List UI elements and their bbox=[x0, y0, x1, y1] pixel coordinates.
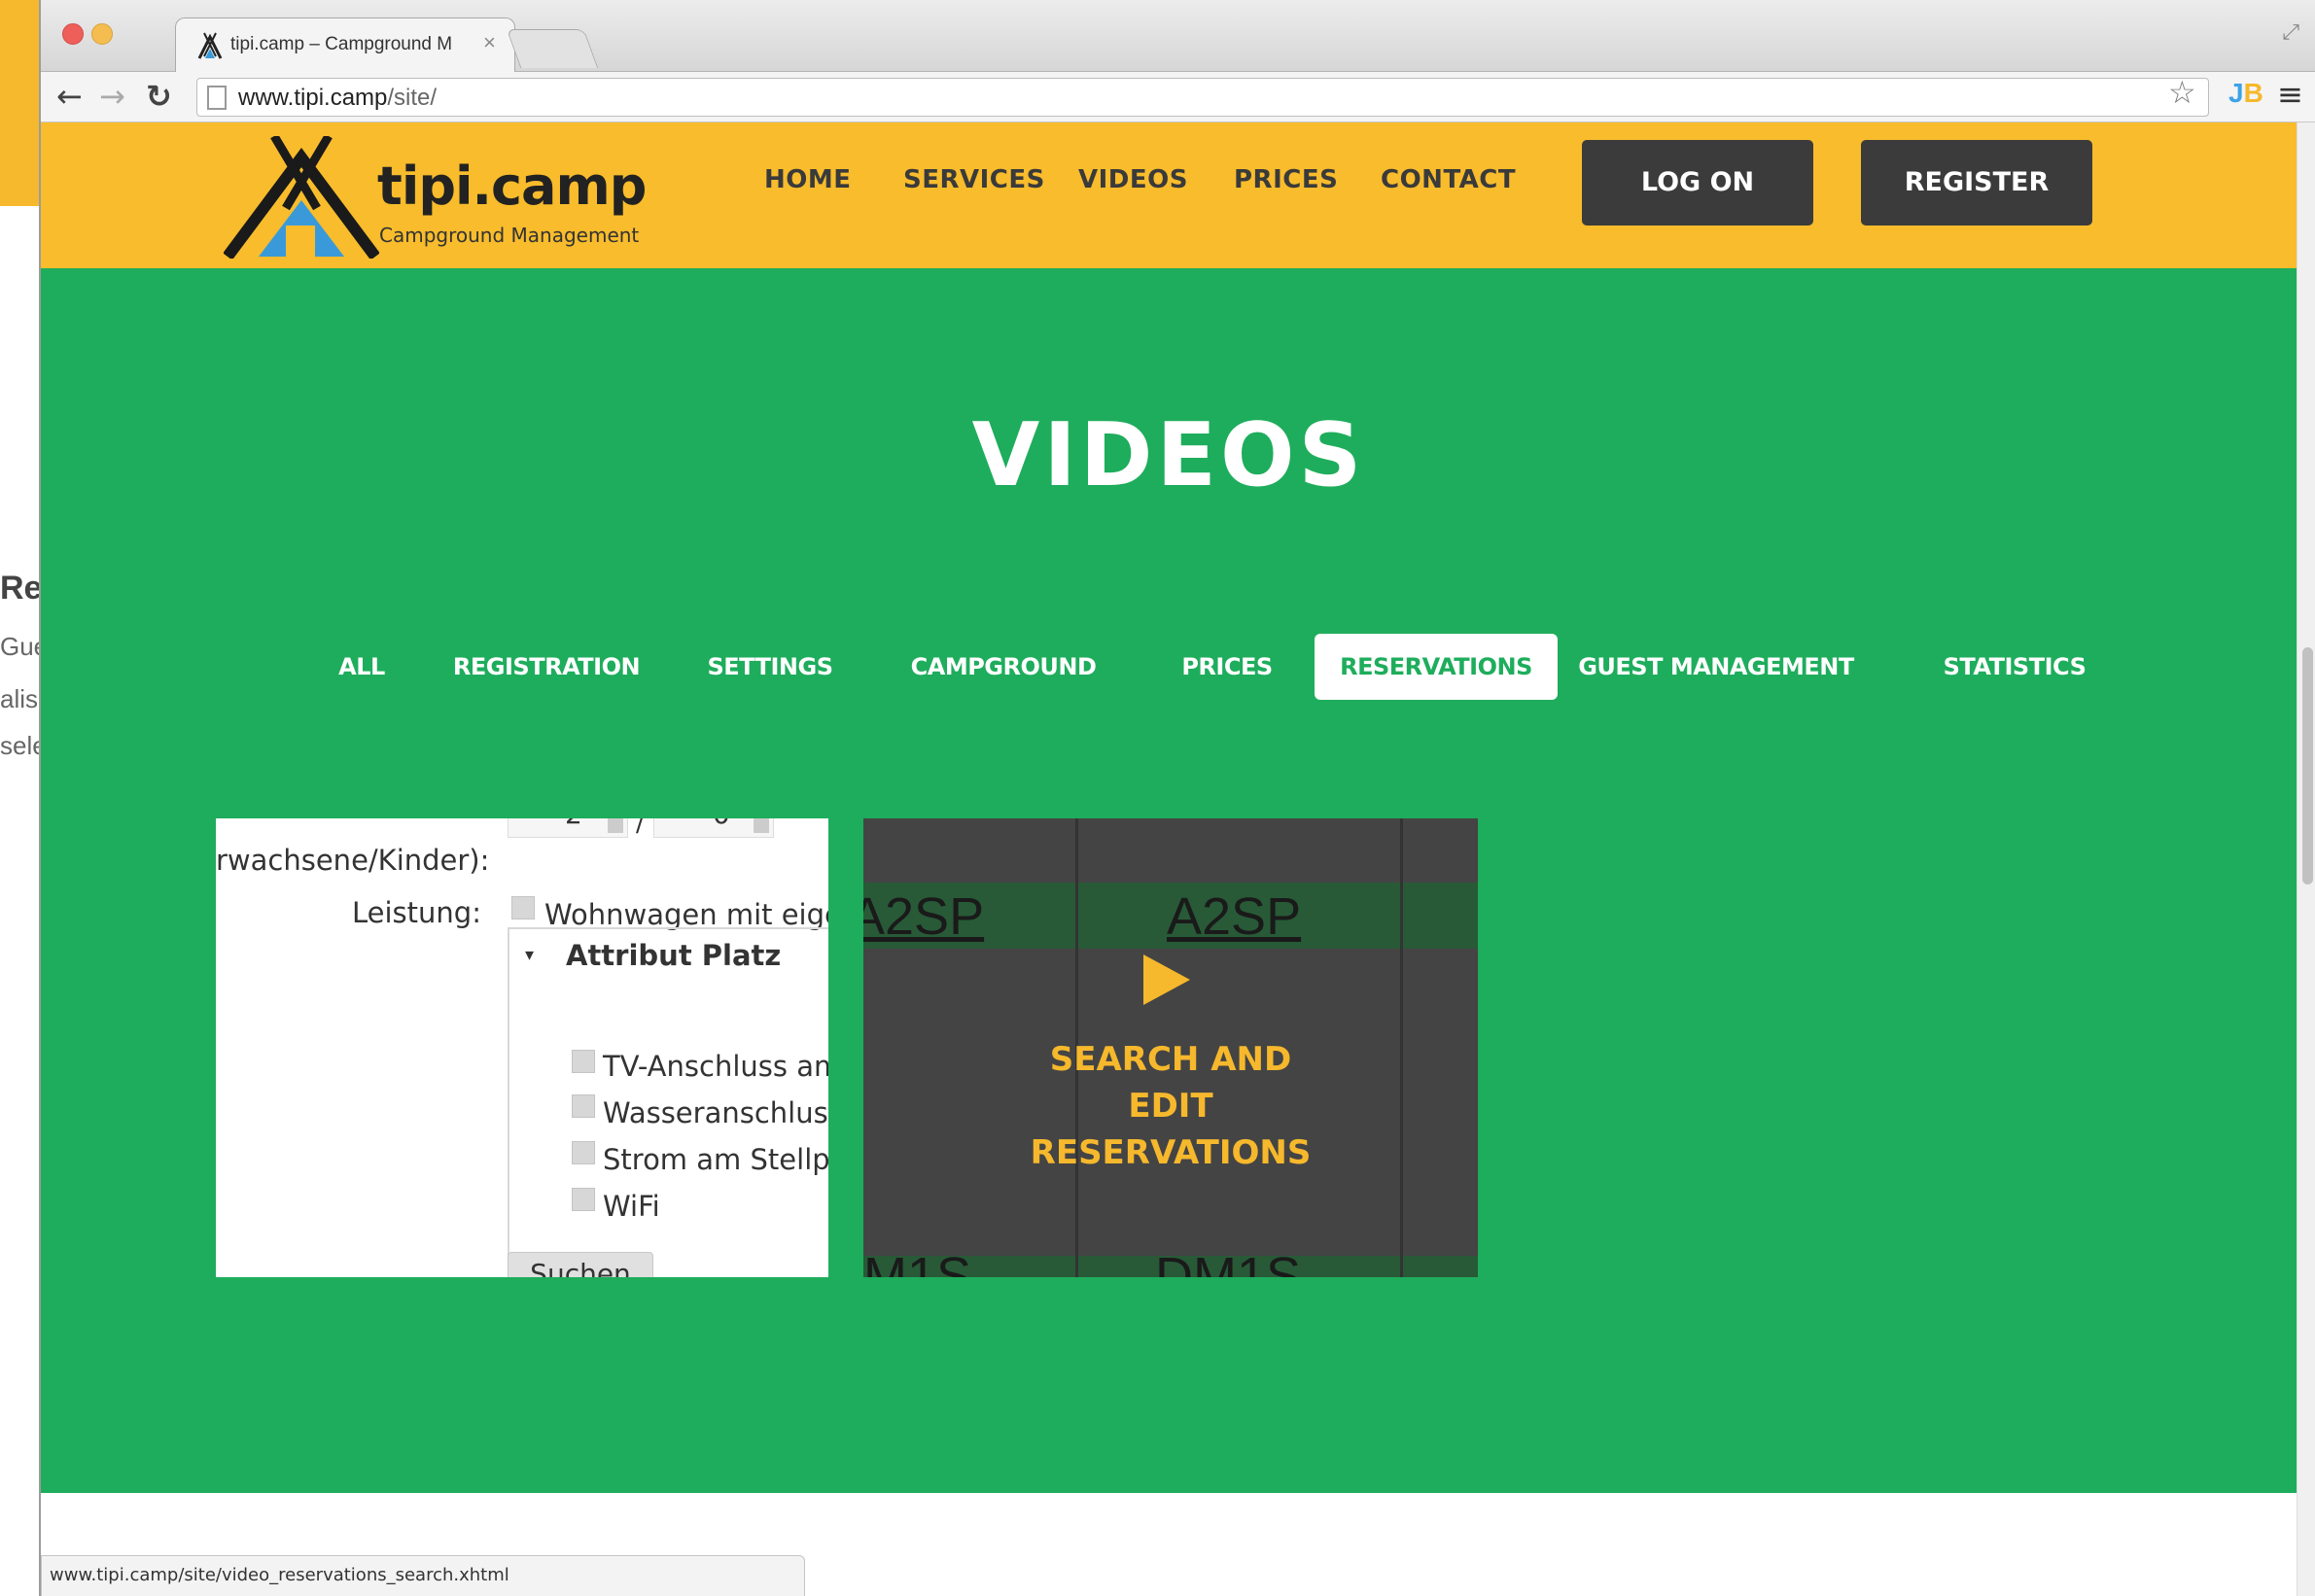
attribute-checkbox bbox=[572, 1094, 595, 1118]
address-bar[interactable]: www.tipi.camp/site/ bbox=[196, 78, 2209, 117]
browser-window: tipi.camp – Campground M × ⤢ ← → ↻ www.t… bbox=[39, 0, 2315, 1596]
video-thumbnail-search-form[interactable]: 2 / 0 rwachsene/Kinder): Leistung: Wohnw… bbox=[216, 818, 828, 1277]
search-button-preview: Suchen bbox=[508, 1252, 653, 1277]
background-line: sele bbox=[0, 731, 41, 760]
tab-close-icon[interactable]: × bbox=[483, 30, 496, 55]
attribute-label: Strom am Stellpl bbox=[603, 1143, 828, 1176]
grid-cell-text: A2SP bbox=[1167, 887, 1302, 946]
grid-cell-text: DM1S bbox=[1155, 1247, 1302, 1277]
reload-icon[interactable]: ↻ bbox=[146, 78, 172, 115]
attribute-title: Attribut Platz bbox=[566, 939, 782, 972]
children-select: 0 bbox=[653, 818, 774, 838]
scrollbar-thumb[interactable] bbox=[2302, 647, 2313, 885]
chevron-down-icon bbox=[754, 818, 769, 833]
page-viewport: tipi.camp Campground Management HOME SER… bbox=[41, 122, 2315, 1596]
chevron-down-icon bbox=[608, 818, 623, 833]
nav-videos[interactable]: VIDEOS bbox=[1078, 165, 1188, 194]
adults-select: 2 bbox=[508, 818, 628, 838]
videos-section: VIDEOS ALL REGISTRATION SETTINGS CAMPGRO… bbox=[41, 268, 2297, 1493]
section-title: VIDEOS bbox=[971, 404, 1366, 506]
status-bar-url: www.tipi.camp/site/video_reservations_se… bbox=[41, 1555, 805, 1596]
extension-label-b: B bbox=[2243, 78, 2263, 108]
children-value: 0 bbox=[713, 818, 730, 830]
attribute-fieldset: ▾ Attribut Platz TV-Anschluss am Wassera… bbox=[508, 927, 828, 1277]
background-line: Gue bbox=[0, 632, 41, 661]
video-caption-line: EDIT bbox=[1128, 1087, 1213, 1126]
video-caption-line: RESERVATIONS bbox=[1030, 1133, 1312, 1172]
background-banner bbox=[0, 0, 41, 206]
attribute-label: TV-Anschluss am bbox=[603, 1050, 828, 1083]
video-caption-line: SEARCH AND bbox=[1049, 1040, 1292, 1079]
filter-statistics[interactable]: STATISTICS bbox=[1898, 634, 2131, 700]
forward-arrow-icon[interactable]: → bbox=[99, 78, 125, 115]
nav-contact[interactable]: CONTACT bbox=[1381, 165, 1516, 194]
url-text[interactable]: www.tipi.camp/site/ bbox=[238, 85, 437, 112]
site-logo[interactable]: tipi.camp Campground Management bbox=[224, 136, 651, 259]
guests-label: rwachsene/Kinder): bbox=[216, 844, 490, 877]
filter-all[interactable]: ALL bbox=[303, 634, 420, 700]
background-line: alis bbox=[0, 684, 39, 713]
tipi-favicon-icon bbox=[197, 32, 223, 59]
service-label: Leistung: bbox=[352, 896, 481, 929]
nav-prices[interactable]: PRICES bbox=[1234, 165, 1338, 194]
register-button[interactable]: REGISTER bbox=[1861, 140, 2092, 226]
video-thumbnail-reservations[interactable]: A2SP A2SP M1S DM1S SEARCH AND EDIT RESER… bbox=[863, 818, 1478, 1277]
extension-label-a: J bbox=[2228, 78, 2244, 108]
tipi-logo-icon bbox=[224, 136, 379, 259]
url-host: www.tipi.camp bbox=[238, 85, 388, 111]
filter-prices[interactable]: PRICES bbox=[1140, 634, 1315, 700]
close-window-button[interactable] bbox=[62, 23, 84, 45]
service-option: Wohnwagen mit eiger bbox=[544, 898, 828, 931]
filter-guest-management[interactable]: GUEST MANAGEMENT bbox=[1571, 634, 1861, 700]
browser-tab[interactable]: tipi.camp – Campground M × bbox=[175, 17, 515, 72]
minimize-window-button[interactable] bbox=[91, 23, 113, 45]
filter-campground[interactable]: CAMPGROUND bbox=[887, 634, 1120, 700]
video-caption: SEARCH AND EDIT RESERVATIONS bbox=[863, 1036, 1478, 1176]
background-heading: Res bbox=[0, 570, 41, 607]
browser-titlebar: tipi.camp – Campground M × ⤢ bbox=[41, 0, 2315, 1370]
grid-cell-text: A2SP bbox=[863, 887, 985, 946]
filter-reservations[interactable]: RESERVATIONS bbox=[1315, 634, 1558, 700]
filter-settings[interactable]: SETTINGS bbox=[683, 634, 858, 700]
menu-icon[interactable]: ≡ bbox=[2277, 76, 2303, 113]
site-header: tipi.camp Campground Management HOME SER… bbox=[41, 122, 2297, 268]
collapse-triangle-icon: ▾ bbox=[525, 945, 535, 965]
tab-title: tipi.camp – Campground M bbox=[230, 34, 453, 54]
logo-title: tipi.camp bbox=[377, 156, 647, 217]
bookmark-star-icon[interactable]: ☆ bbox=[2168, 74, 2196, 111]
page-icon bbox=[207, 86, 227, 110]
filter-registration[interactable]: REGISTRATION bbox=[430, 634, 663, 700]
extension-icon[interactable]: JB bbox=[2228, 78, 2263, 109]
browser-toolbar: ← → ↻ www.tipi.camp/site/ ☆ JB ≡ bbox=[41, 72, 2315, 122]
adults-value: 2 bbox=[565, 818, 582, 830]
url-path: /site/ bbox=[387, 85, 438, 111]
play-icon[interactable] bbox=[1143, 954, 1190, 1005]
grid-cell-text: M1S bbox=[863, 1247, 972, 1277]
fullscreen-icon[interactable]: ⤢ bbox=[2282, 19, 2299, 45]
log-on-button[interactable]: LOG ON bbox=[1582, 140, 1813, 226]
new-tab-button[interactable] bbox=[506, 29, 599, 68]
logo-subtitle: Campground Management bbox=[379, 224, 640, 247]
attribute-label: Wasseranschluss bbox=[603, 1096, 828, 1129]
page-scrollbar[interactable] bbox=[2297, 122, 2315, 1596]
attribute-checkbox bbox=[572, 1050, 595, 1073]
attribute-checkbox bbox=[572, 1141, 595, 1164]
nav-services[interactable]: SERVICES bbox=[903, 165, 1045, 194]
back-arrow-icon[interactable]: ← bbox=[56, 78, 83, 115]
attribute-checkbox bbox=[572, 1188, 595, 1211]
attribute-label: WiFi bbox=[603, 1190, 660, 1223]
nav-home[interactable]: HOME bbox=[764, 165, 852, 194]
guest-separator: / bbox=[636, 818, 645, 838]
service-checkbox bbox=[511, 896, 535, 919]
